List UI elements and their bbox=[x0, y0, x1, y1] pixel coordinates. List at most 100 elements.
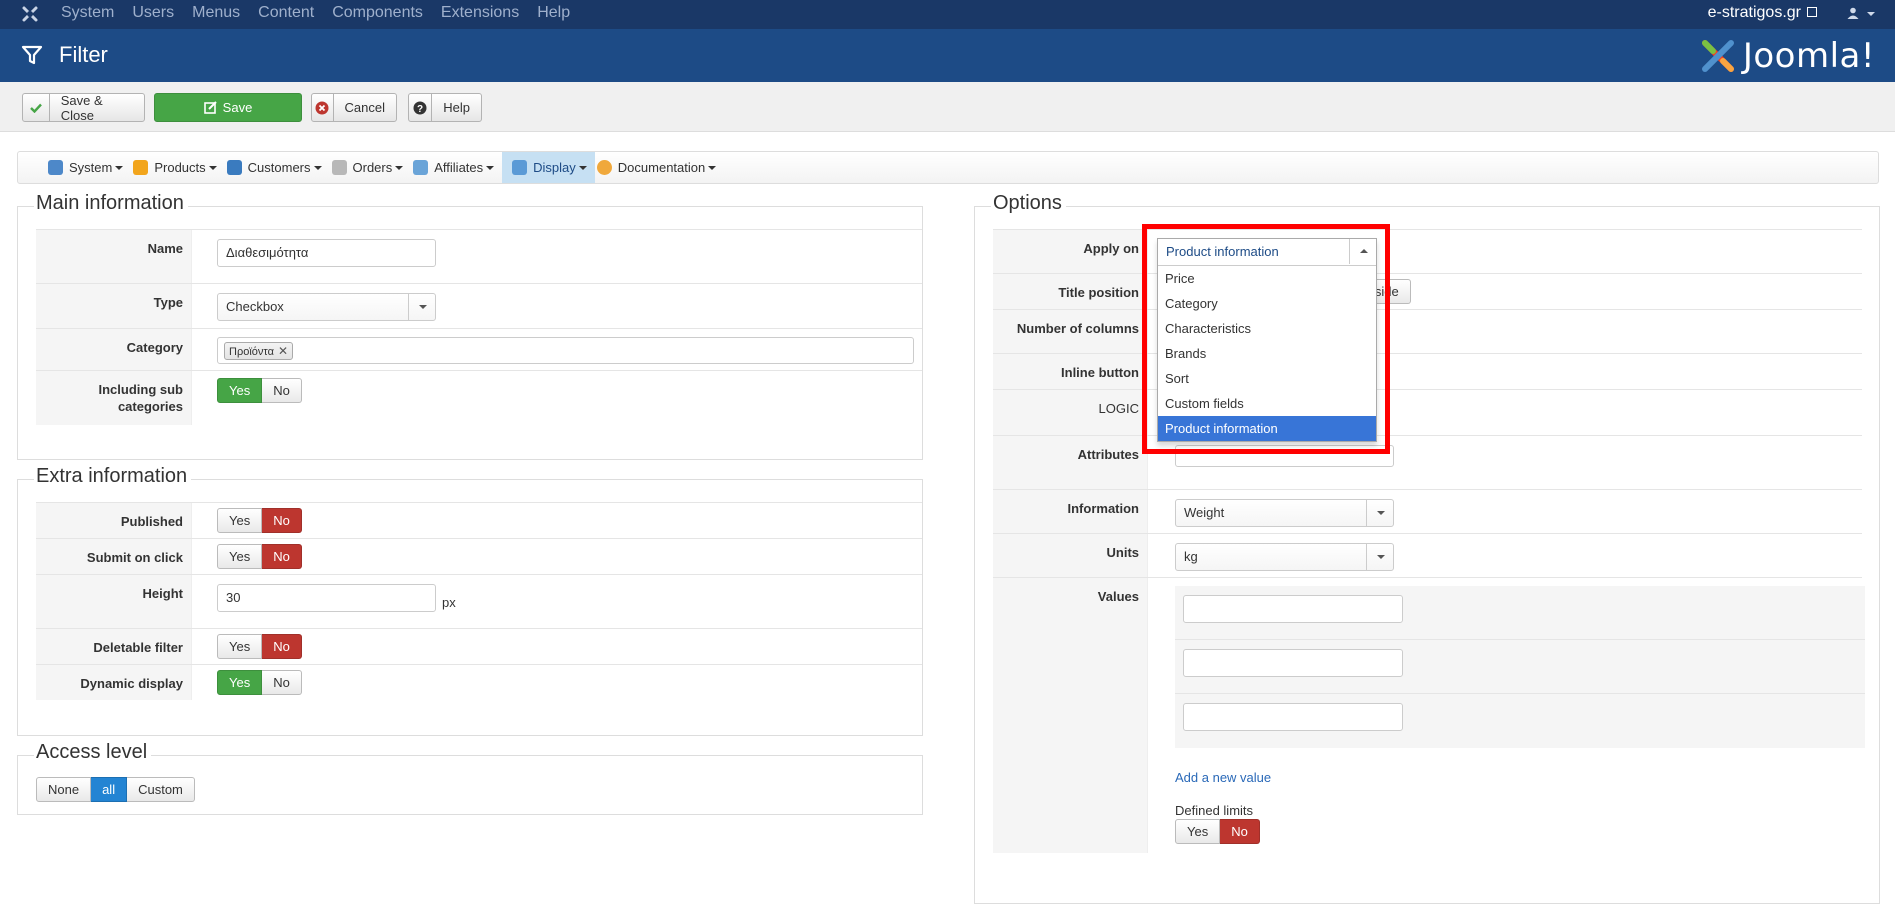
filter-icon bbox=[21, 45, 43, 65]
published-yes[interactable]: Yes bbox=[217, 508, 263, 533]
attributes-label: Attributes bbox=[993, 436, 1148, 489]
access-all[interactable]: all bbox=[91, 777, 128, 802]
height-input[interactable]: 30 bbox=[217, 584, 436, 612]
users-icon bbox=[226, 160, 242, 175]
published-no[interactable]: No bbox=[262, 508, 302, 533]
compmenu-documentation[interactable]: Documentation bbox=[595, 152, 724, 183]
name-label: Name bbox=[36, 230, 192, 283]
submit-row: Submit on click Yes No bbox=[36, 538, 922, 574]
menu-help[interactable]: Help bbox=[537, 0, 570, 29]
page-header: Filter Joomla! bbox=[0, 29, 1895, 82]
external-link-icon bbox=[1807, 7, 1817, 17]
svg-text:?: ? bbox=[417, 104, 423, 115]
admin-menu: System Users Menus Content Components Ex… bbox=[61, 0, 588, 29]
menu-system[interactable]: System bbox=[61, 0, 114, 29]
published-label: Published bbox=[36, 503, 192, 538]
cancel-button[interactable]: Cancel bbox=[311, 93, 397, 122]
save-button[interactable]: Save bbox=[154, 93, 302, 122]
chevron-down-icon bbox=[408, 294, 435, 320]
main-information-legend: Main information bbox=[34, 192, 188, 215]
defined-limits-no[interactable]: No bbox=[1220, 819, 1260, 844]
dynamic-yes[interactable]: Yes bbox=[217, 670, 263, 695]
value-item bbox=[1175, 640, 1865, 694]
height-row: Height 30 px bbox=[36, 574, 922, 628]
joomla-logo-icon bbox=[1701, 40, 1734, 72]
compmenu-display-label: Display bbox=[533, 160, 576, 175]
caret-icon bbox=[313, 165, 322, 170]
main-information-fieldset: Main information Name Διαθεσιμότητα Type… bbox=[17, 192, 923, 460]
compmenu-system-label: System bbox=[69, 160, 113, 175]
add-value-link[interactable]: Add a new value bbox=[1175, 770, 1271, 785]
save-close-label: Save & Close bbox=[60, 92, 103, 123]
published-row: Published Yes No bbox=[36, 502, 922, 538]
columns-row: Number of columns bbox=[993, 309, 1862, 353]
type-select[interactable]: Checkbox bbox=[217, 293, 436, 321]
compmenu-customers[interactable]: Customers bbox=[225, 152, 330, 183]
deletable-toggle: Yes No bbox=[217, 634, 302, 659]
joomla-logo: Joomla! bbox=[1699, 36, 1875, 76]
subcategories-yes[interactable]: Yes bbox=[217, 378, 263, 403]
caret-icon bbox=[208, 165, 217, 170]
type-value: Checkbox bbox=[226, 299, 284, 314]
remove-tag-icon[interactable]: ✕ bbox=[278, 344, 288, 358]
category-input[interactable]: Προϊόντα ✕ bbox=[217, 337, 914, 364]
menu-components[interactable]: Components bbox=[332, 0, 423, 29]
submit-toggle: Yes No bbox=[217, 544, 302, 569]
compmenu-products[interactable]: Products bbox=[131, 152, 224, 183]
published-toggle: Yes No bbox=[217, 508, 302, 533]
joomla-brand-text: Joomla! bbox=[1742, 36, 1875, 76]
subcategories-no[interactable]: No bbox=[262, 378, 302, 403]
dynamic-toggle: Yes No bbox=[217, 670, 302, 695]
units-select[interactable]: kg bbox=[1175, 543, 1394, 571]
deletable-no[interactable]: No bbox=[262, 634, 302, 659]
subcategories-label: Including sub categories bbox=[36, 371, 192, 425]
compmenu-affiliates[interactable]: Affiliates bbox=[411, 152, 502, 183]
deletable-label: Deletable filter bbox=[36, 629, 192, 664]
deletable-yes[interactable]: Yes bbox=[217, 634, 263, 659]
help-button[interactable]: ? Help bbox=[408, 93, 482, 122]
joomla-menu-icon[interactable] bbox=[20, 4, 40, 24]
box-icon bbox=[133, 160, 149, 175]
access-none[interactable]: None bbox=[36, 777, 92, 802]
access-custom[interactable]: Custom bbox=[127, 777, 195, 802]
compmenu-system[interactable]: System bbox=[46, 152, 131, 183]
admin-topbar: System Users Menus Content Components Ex… bbox=[0, 0, 1895, 29]
chevron-down-icon bbox=[1366, 544, 1393, 570]
help-icon: ? bbox=[409, 94, 433, 121]
name-input[interactable]: Διαθεσιμότητα bbox=[217, 239, 436, 267]
value-input[interactable] bbox=[1183, 649, 1403, 677]
submit-yes[interactable]: Yes bbox=[217, 544, 263, 569]
chevron-down-icon bbox=[1366, 500, 1393, 526]
compmenu-orders[interactable]: Orders bbox=[330, 152, 412, 183]
dynamic-label: Dynamic display bbox=[36, 665, 192, 700]
units-row: Units kg bbox=[993, 533, 1862, 577]
user-menu[interactable] bbox=[1847, 0, 1875, 26]
access-level-legend: Access level bbox=[34, 741, 152, 764]
information-select[interactable]: Weight bbox=[1175, 499, 1394, 527]
display-icon bbox=[512, 160, 528, 175]
cancel-icon bbox=[312, 94, 334, 121]
dynamic-no[interactable]: No bbox=[262, 670, 302, 695]
menu-extensions[interactable]: Extensions bbox=[441, 0, 519, 29]
caret-icon bbox=[486, 165, 495, 170]
value-input[interactable] bbox=[1183, 703, 1403, 731]
extra-information-fieldset: Extra information Published Yes No Submit… bbox=[17, 465, 923, 736]
category-tag-label: Προϊόντα bbox=[229, 346, 274, 358]
defined-limits-label: Defined limits bbox=[1175, 803, 1254, 818]
compmenu-display[interactable]: Display bbox=[502, 152, 595, 183]
compmenu-affiliates-label: Affiliates bbox=[434, 160, 484, 175]
defined-limits-yes[interactable]: Yes bbox=[1175, 819, 1221, 844]
information-label: Information bbox=[993, 490, 1148, 533]
category-label: Category bbox=[36, 329, 192, 370]
save-close-button[interactable]: Save & Close bbox=[22, 92, 145, 123]
category-row: Category Προϊόντα ✕ bbox=[36, 328, 922, 370]
menu-users[interactable]: Users bbox=[132, 0, 174, 29]
menu-content[interactable]: Content bbox=[258, 0, 314, 29]
site-link[interactable]: e-stratigos.gr bbox=[1708, 0, 1817, 26]
user-caret-icon bbox=[1867, 12, 1875, 16]
menu-menus[interactable]: Menus bbox=[192, 0, 240, 29]
information-value: Weight bbox=[1184, 505, 1225, 520]
submit-no[interactable]: No bbox=[262, 544, 302, 569]
value-input[interactable] bbox=[1183, 595, 1403, 623]
caret-icon bbox=[708, 165, 717, 170]
